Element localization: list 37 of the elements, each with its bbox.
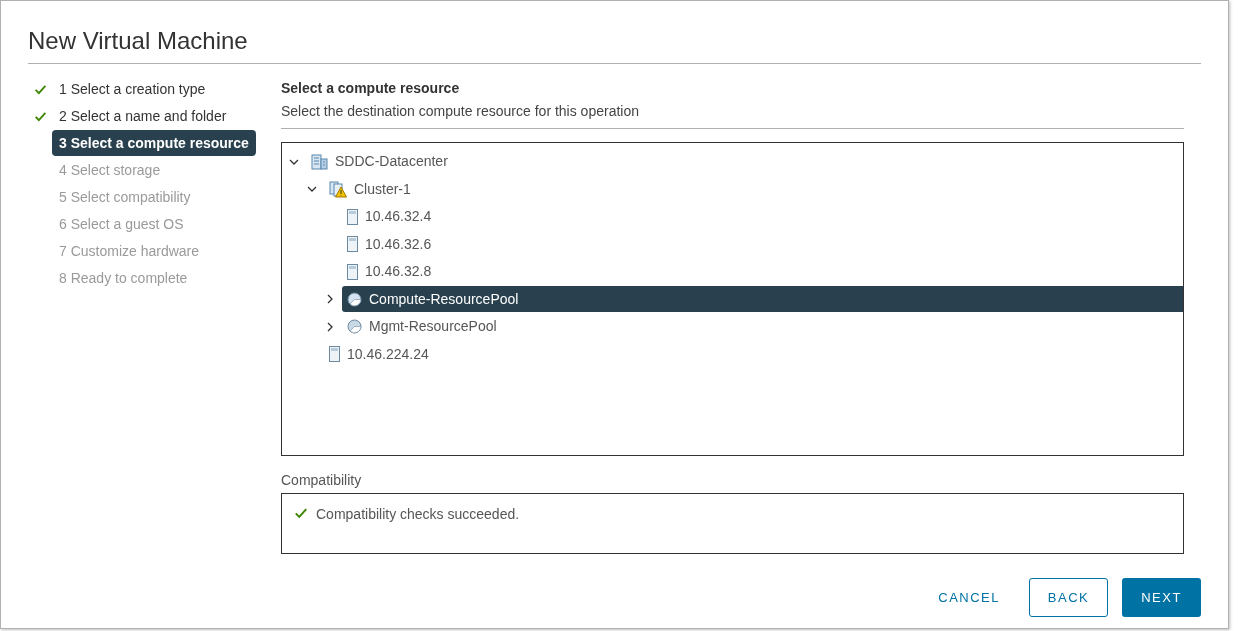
- tree-item[interactable]: Cluster-1: [324, 176, 1183, 203]
- tree-item-label: 10.46.32.8: [365, 262, 432, 282]
- building-icon: [311, 153, 328, 170]
- pie-icon: [347, 319, 362, 335]
- check-icon: [294, 506, 308, 520]
- tree-item-label: 10.46.32.6: [365, 234, 432, 254]
- tree-item[interactable]: 10.46.224.24: [324, 341, 1183, 368]
- wizard-step[interactable]: 1 Select a creation type: [52, 76, 213, 102]
- section-heading: Select a compute resource: [281, 79, 461, 98]
- tree-item-label: 10.46.224.24: [347, 344, 429, 364]
- compatibility-message: Compatibility checks succeeded.: [316, 505, 520, 524]
- tree-item[interactable]: 10.46.32.4: [342, 203, 1183, 230]
- check-icon: [33, 82, 47, 96]
- tree-item-label: Mgmt-ResourcePool: [369, 317, 497, 337]
- server-icon: [329, 346, 340, 363]
- server-icon: [347, 236, 358, 253]
- tree-item-label: SDDC-Datacenter: [335, 152, 448, 172]
- server-icon: [347, 263, 358, 280]
- pie-icon: [347, 291, 362, 307]
- tree-item[interactable]: Compute-ResourcePool: [342, 286, 1183, 313]
- tree-item[interactable]: SDDC-Datacenter: [306, 148, 1183, 175]
- tree-item[interactable]: 10.46.32.6: [342, 231, 1183, 258]
- tree-item-label: Cluster-1: [354, 179, 411, 199]
- wizard-step[interactable]: 3 Select a compute resource: [52, 130, 256, 156]
- section-subtitle: Select the destination compute resource for this operation: [281, 101, 1184, 129]
- wizard-step[interactable]: 2 Select a name and folder: [52, 103, 234, 129]
- dialog-title: New Virtual Machine: [28, 1, 1201, 64]
- dialog-button[interactable]: NEXT: [1122, 578, 1201, 617]
- check-icon: [33, 109, 47, 123]
- tree-item-label: Compute-ResourcePool: [369, 289, 519, 309]
- compatibility-label: Compatibility: [281, 471, 363, 489]
- tree-item-label: 10.46.32.4: [365, 207, 432, 227]
- dialog-button[interactable]: BACK: [1029, 578, 1108, 617]
- tree-item[interactable]: 10.46.32.8: [342, 258, 1183, 285]
- server-icon: [347, 208, 358, 225]
- tree-item[interactable]: Mgmt-ResourcePool: [342, 313, 1183, 340]
- dialog-button[interactable]: CANCEL: [923, 578, 1015, 617]
